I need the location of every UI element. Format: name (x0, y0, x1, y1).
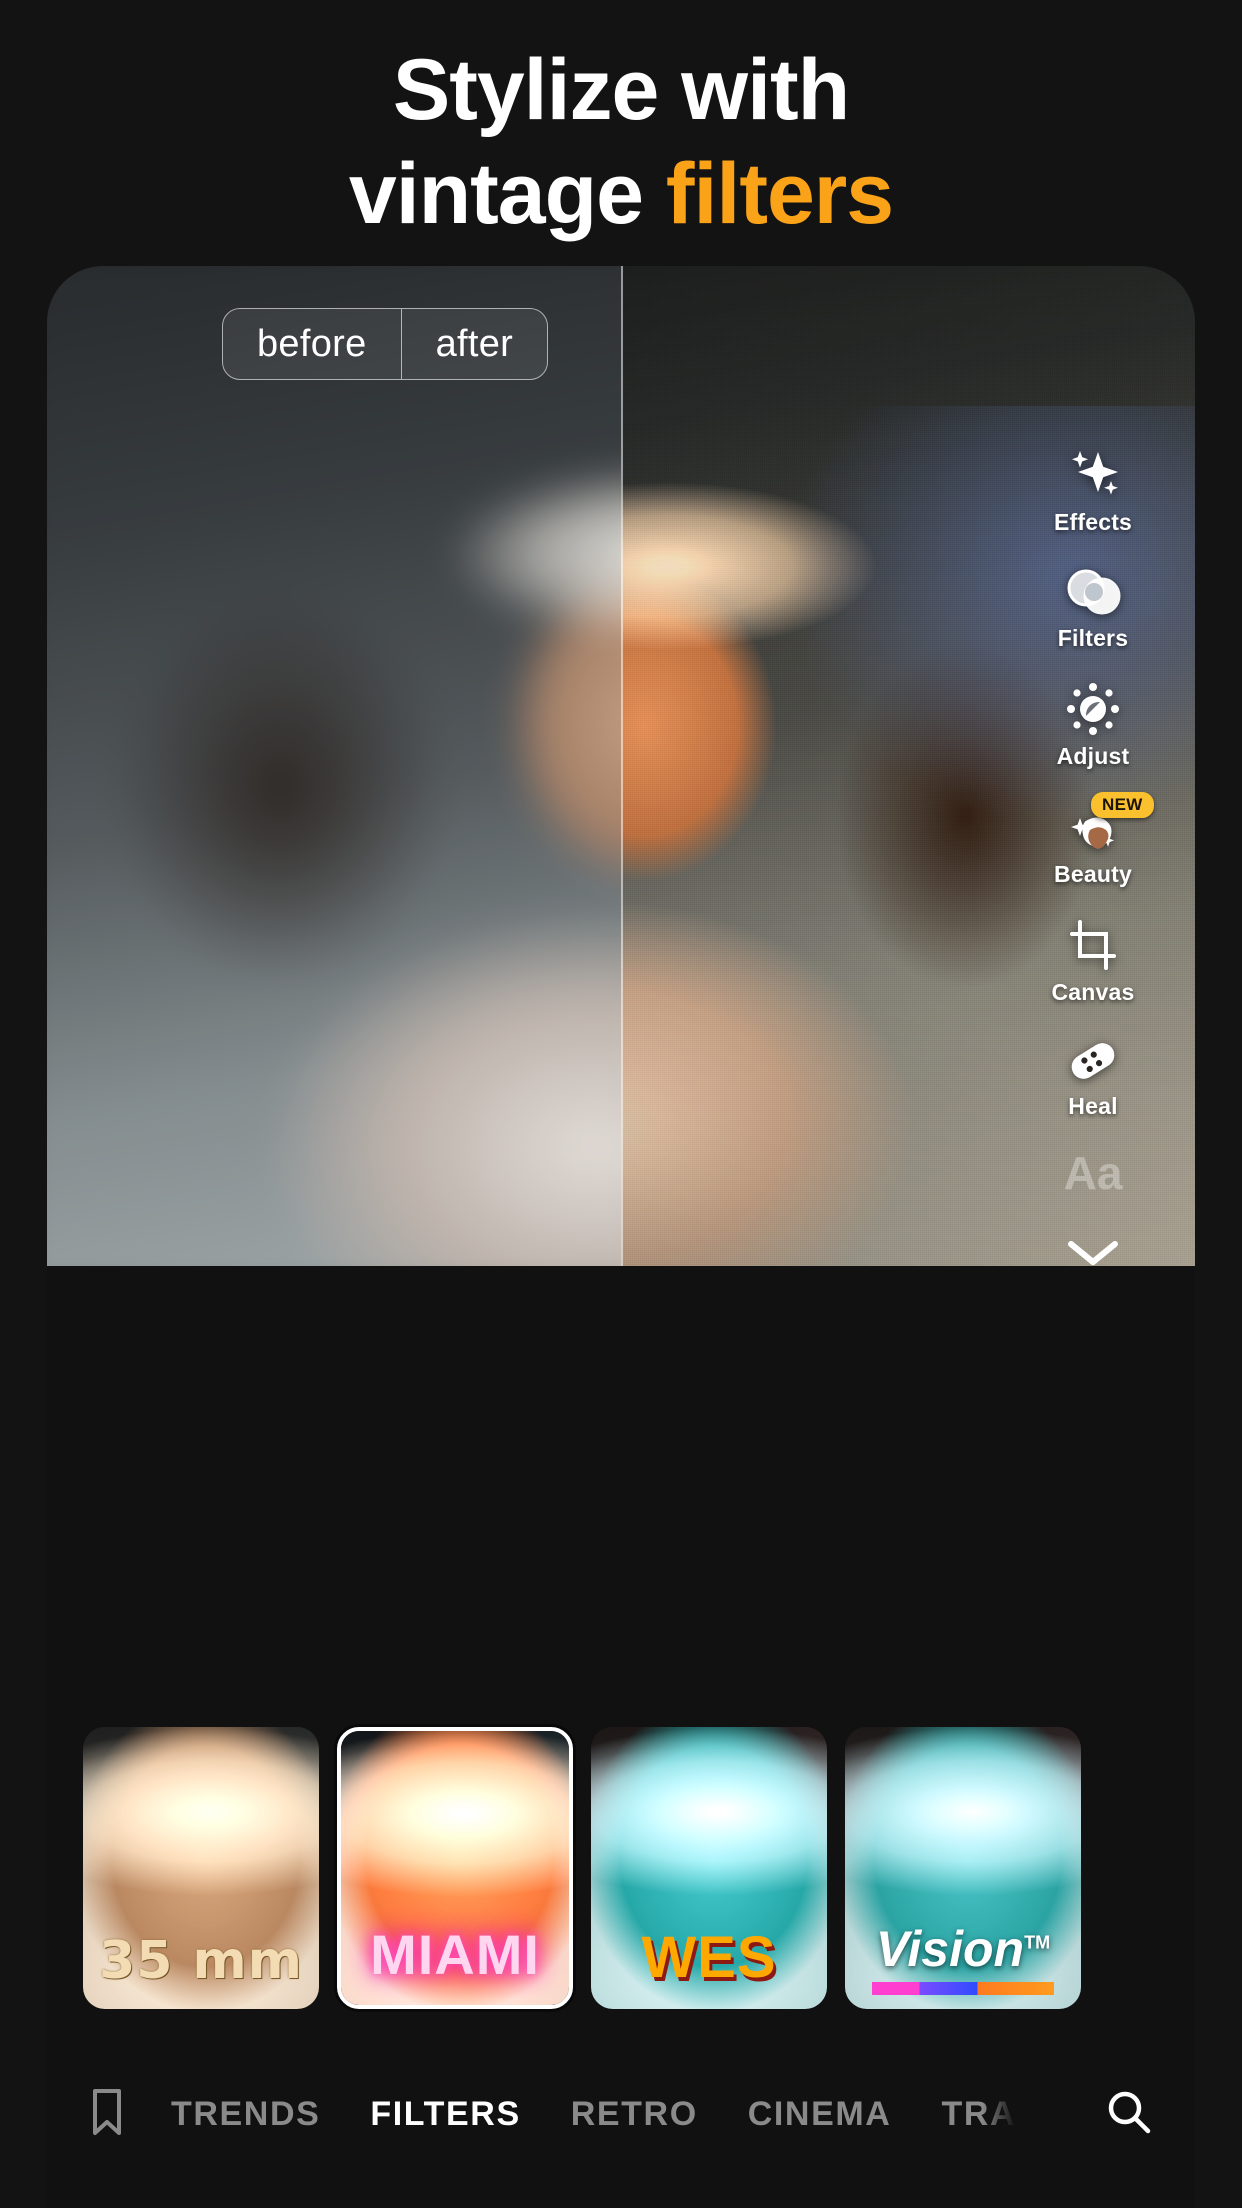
filter-label: Vision (875, 1921, 1025, 1977)
filter-thumb-wes[interactable]: WES (591, 1727, 827, 2009)
headline-accent: filters (665, 146, 894, 242)
tool-label: Beauty (1054, 861, 1132, 887)
tool-filters[interactable]: Filters (1035, 566, 1151, 652)
crop-icon (1064, 918, 1122, 972)
sparkle-icon (1065, 448, 1121, 502)
tool-heal[interactable]: Heal (1035, 1036, 1151, 1120)
headline-plain: vintage (348, 146, 666, 242)
tool-adjust[interactable]: Adjust (1035, 682, 1151, 770)
tab-cinema[interactable]: CINEMA (748, 2095, 892, 2134)
filter-label-wrap: VisionTM (845, 1920, 1081, 1978)
tool-label: Heal (1068, 1093, 1118, 1119)
search-icon[interactable] (1103, 2086, 1155, 2143)
filter-thumb-vision[interactable]: VisionTM (845, 1727, 1081, 2009)
brightness-dial-icon (1064, 682, 1122, 736)
tool-canvas[interactable]: Canvas (1035, 918, 1151, 1006)
tool-effects[interactable]: Effects (1035, 448, 1151, 536)
bandage-icon (1064, 1036, 1122, 1086)
filters-circles-icon (1064, 566, 1122, 618)
filter-thumb-miami[interactable]: MIAMI (337, 1727, 573, 2009)
new-badge: NEW (1091, 792, 1154, 818)
chevron-down-icon[interactable] (1063, 1236, 1123, 1266)
filter-thumbnail-strip[interactable]: 35 mm MIAMI WES VisionTM (47, 1718, 1195, 2018)
photo-editor-canvas[interactable]: before after Effects Filters Adjust NEW … (47, 266, 1195, 1266)
tab-trends[interactable]: TRENDS (171, 2095, 320, 2134)
before-segment[interactable]: before (223, 309, 401, 379)
tool-text[interactable]: Aa (1035, 1150, 1151, 1196)
phone-mockup: before after Effects Filters Adjust NEW … (47, 266, 1195, 2208)
tool-rail: Effects Filters Adjust NEW Beauty Canvas… (1035, 448, 1154, 1266)
tab-filters[interactable]: FILTERS (370, 2095, 520, 2134)
tool-label: Filters (1057, 625, 1129, 651)
headline-line-2: vintage filters (0, 142, 1242, 246)
before-after-divider[interactable] (621, 266, 623, 1266)
tab-retro[interactable]: RETRO (571, 2095, 698, 2134)
headline-line-1: Stylize with (392, 42, 850, 138)
bottom-tab-bar: TRENDS FILTERS RETRO CINEMA TRA (47, 2054, 1195, 2174)
page-title: Stylize with vintage filters (0, 38, 1242, 246)
before-image-half (47, 266, 621, 1266)
tab-travel[interactable]: TRA (941, 2095, 1016, 2134)
tool-label: Adjust (1056, 743, 1130, 769)
trademark-mark: TM (1024, 1932, 1051, 1953)
filter-thumb-35mm[interactable]: 35 mm (83, 1727, 319, 2009)
bookmark-icon[interactable] (87, 2086, 127, 2143)
tab-list: TRENDS FILTERS RETRO CINEMA TRA (171, 2095, 1085, 2134)
after-segment[interactable]: after (400, 309, 548, 379)
tool-label: Effects (1053, 509, 1133, 535)
vision-gradient-bar (872, 1982, 1054, 1995)
before-after-toggle[interactable]: before after (222, 308, 549, 380)
text-aa-icon: Aa (1063, 1147, 1123, 1199)
before-photo (47, 266, 621, 1266)
tool-label: Canvas (1051, 979, 1135, 1005)
tool-beauty[interactable]: NEW Beauty (1035, 792, 1154, 888)
